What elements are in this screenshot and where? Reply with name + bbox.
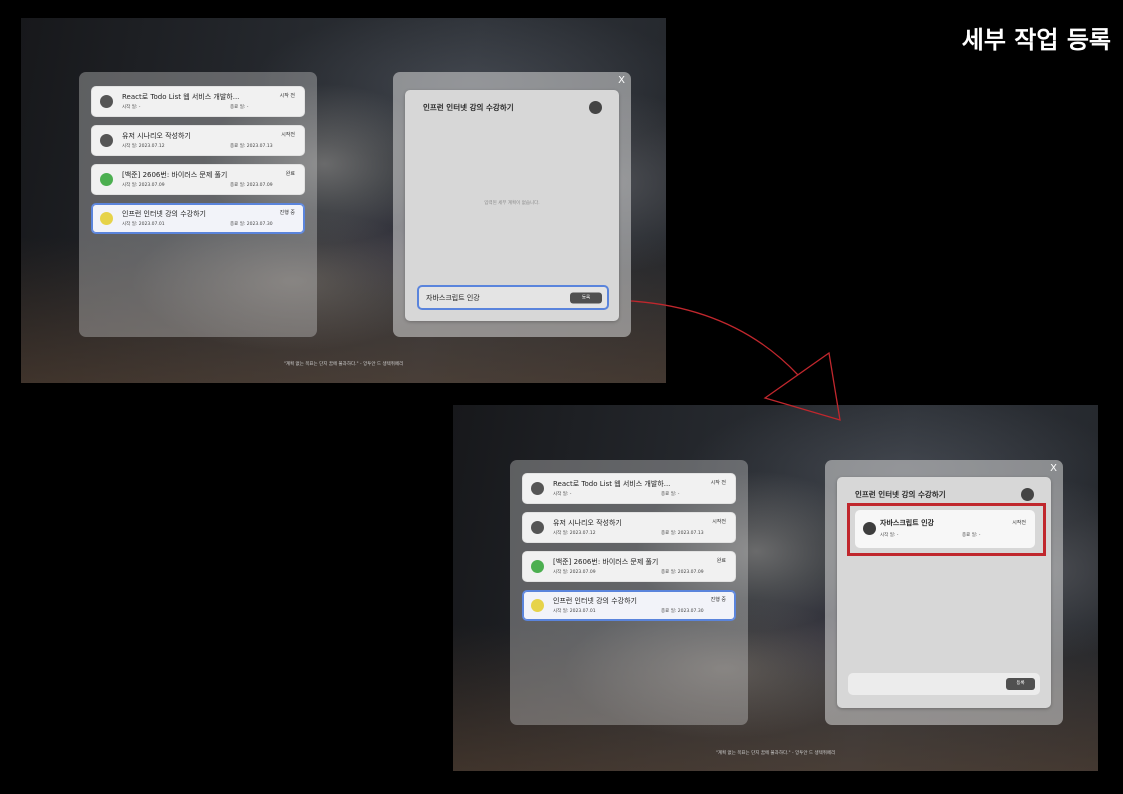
task-start-date: 시작 일: 2023.07.01 bbox=[122, 222, 165, 227]
page-title: 세부 작업 등록 bbox=[961, 26, 1111, 54]
task-start-date: 시작 일: 2023.07.01 bbox=[553, 609, 596, 614]
task-end-date: 종료 일: 2023.07.30 bbox=[661, 609, 704, 614]
subtask-input[interactable] bbox=[419, 287, 569, 308]
task-title: 유저 시나리오 작성하기 bbox=[122, 132, 191, 140]
detail-card: 인프런 인터넷 강의 수강하기 입력된 세부 계획이 없습니다. 등록 bbox=[405, 90, 619, 321]
task-list-panel: React로 Todo List 웹 서비스 개발하... 시작 전 시작 일:… bbox=[510, 460, 748, 725]
task-status-icon bbox=[531, 560, 544, 573]
task-card[interactable]: [백준] 2606번: 바이러스 문제 풀기 완료 시작 일: 2023.07.… bbox=[522, 551, 736, 582]
task-status-label: 완료 bbox=[285, 171, 295, 177]
task-card[interactable]: React로 Todo List 웹 서비스 개발하... 시작 전 시작 일:… bbox=[91, 86, 305, 117]
task-start-date: 시작 일: 2023.07.12 bbox=[553, 531, 596, 536]
subtask-form: 등록 bbox=[417, 285, 609, 310]
task-title: React로 Todo List 웹 서비스 개발하... bbox=[122, 93, 240, 101]
task-status-icon bbox=[100, 134, 113, 147]
task-title: [백준] 2606번: 바이러스 문제 풀기 bbox=[122, 171, 228, 179]
task-end-date: 종료 일: - bbox=[661, 492, 680, 497]
task-start-date: 시작 일: - bbox=[553, 492, 572, 497]
detail-status-icon bbox=[589, 101, 602, 114]
task-end-date: 종료 일: 2023.07.13 bbox=[230, 144, 273, 149]
task-end-date: 종료 일: - bbox=[230, 105, 249, 110]
task-list: React로 Todo List 웹 서비스 개발하... 시작 전 시작 일:… bbox=[522, 473, 748, 621]
task-start-date: 시작 일: 2023.07.09 bbox=[122, 183, 165, 188]
register-button[interactable]: 등록 bbox=[570, 292, 602, 303]
subtask-form: 등록 bbox=[848, 673, 1040, 695]
task-status-icon bbox=[100, 95, 113, 108]
task-detail-modal: X 인프런 인터넷 강의 수강하기 입력된 세부 계획이 없습니다. 등록 bbox=[393, 72, 631, 337]
task-card[interactable]: 인프런 인터넷 강의 수강하기 진행 중 시작 일: 2023.07.01 종료… bbox=[522, 590, 736, 621]
footer-quote: "계획 없는 목표는 단지 꿈에 불과하다." - 앙투안 드 생텍쥐페리 bbox=[715, 751, 836, 756]
detail-title: 인프런 인터넷 강의 수강하기 bbox=[855, 490, 946, 499]
task-status-label: 시작 전 bbox=[279, 93, 295, 99]
task-card[interactable]: 유저 시나리오 작성하기 시작전 시작 일: 2023.07.12 종료 일: … bbox=[522, 512, 736, 543]
task-title: 유저 시나리오 작성하기 bbox=[553, 519, 622, 527]
highlight-box bbox=[847, 503, 1046, 556]
task-card[interactable]: [백준] 2606번: 바이러스 문제 풀기 완료 시작 일: 2023.07.… bbox=[91, 164, 305, 195]
task-start-date: 시작 일: 2023.07.12 bbox=[122, 144, 165, 149]
subtask-input[interactable] bbox=[849, 674, 999, 694]
task-status-icon bbox=[100, 212, 113, 225]
app-screenshot-before: React로 Todo List 웹 서비스 개발하... 시작 전 시작 일:… bbox=[21, 18, 666, 383]
task-status-icon bbox=[100, 173, 113, 186]
empty-subtask-message: 입력된 세부 계획이 없습니다. bbox=[484, 201, 540, 206]
task-end-date: 종료 일: 2023.07.09 bbox=[230, 183, 273, 188]
detail-status-icon bbox=[1021, 488, 1034, 501]
task-status-label: 진행 중 bbox=[710, 597, 726, 603]
task-title: React로 Todo List 웹 서비스 개발하... bbox=[553, 480, 671, 488]
task-card[interactable]: React로 Todo List 웹 서비스 개발하... 시작 전 시작 일:… bbox=[522, 473, 736, 504]
task-status-label: 시작전 bbox=[281, 132, 295, 138]
task-end-date: 종료 일: 2023.07.13 bbox=[661, 531, 704, 536]
task-end-date: 종료 일: 2023.07.09 bbox=[661, 570, 704, 575]
task-end-date: 종료 일: 2023.07.30 bbox=[230, 222, 273, 227]
task-status-label: 완료 bbox=[716, 558, 726, 564]
task-status-label: 시작전 bbox=[712, 519, 726, 525]
task-card[interactable]: 유저 시나리오 작성하기 시작전 시작 일: 2023.07.12 종료 일: … bbox=[91, 125, 305, 156]
task-status-icon bbox=[531, 482, 544, 495]
close-button[interactable]: X bbox=[618, 75, 625, 87]
task-title: 인프런 인터넷 강의 수강하기 bbox=[553, 597, 637, 605]
task-list-panel: React로 Todo List 웹 서비스 개발하... 시작 전 시작 일:… bbox=[79, 72, 317, 337]
task-status-icon bbox=[531, 599, 544, 612]
register-button[interactable]: 등록 bbox=[1006, 678, 1035, 690]
footer-quote: "계획 없는 목표는 단지 꿈에 불과하다." - 앙투안 드 생텍쥐페리 bbox=[283, 362, 404, 367]
task-list: React로 Todo List 웹 서비스 개발하... 시작 전 시작 일:… bbox=[91, 86, 317, 234]
task-title: 인프런 인터넷 강의 수강하기 bbox=[122, 210, 206, 218]
task-title: [백준] 2606번: 바이러스 문제 풀기 bbox=[553, 558, 659, 566]
task-detail-modal: X 인프런 인터넷 강의 수강하기 자바스크립트 인강 시작전 시작 일: - … bbox=[825, 460, 1063, 725]
task-card[interactable]: 인프런 인터넷 강의 수강하기 진행 중 시작 일: 2023.07.01 종료… bbox=[91, 203, 305, 234]
detail-title: 인프런 인터넷 강의 수강하기 bbox=[423, 103, 514, 112]
task-start-date: 시작 일: - bbox=[122, 105, 141, 110]
task-status-label: 시작 전 bbox=[710, 480, 726, 486]
task-status-icon bbox=[531, 521, 544, 534]
task-status-label: 진행 중 bbox=[279, 210, 295, 216]
close-button[interactable]: X bbox=[1050, 463, 1057, 475]
task-start-date: 시작 일: 2023.07.09 bbox=[553, 570, 596, 575]
app-screenshot-after: React로 Todo List 웹 서비스 개발하... 시작 전 시작 일:… bbox=[453, 405, 1098, 771]
